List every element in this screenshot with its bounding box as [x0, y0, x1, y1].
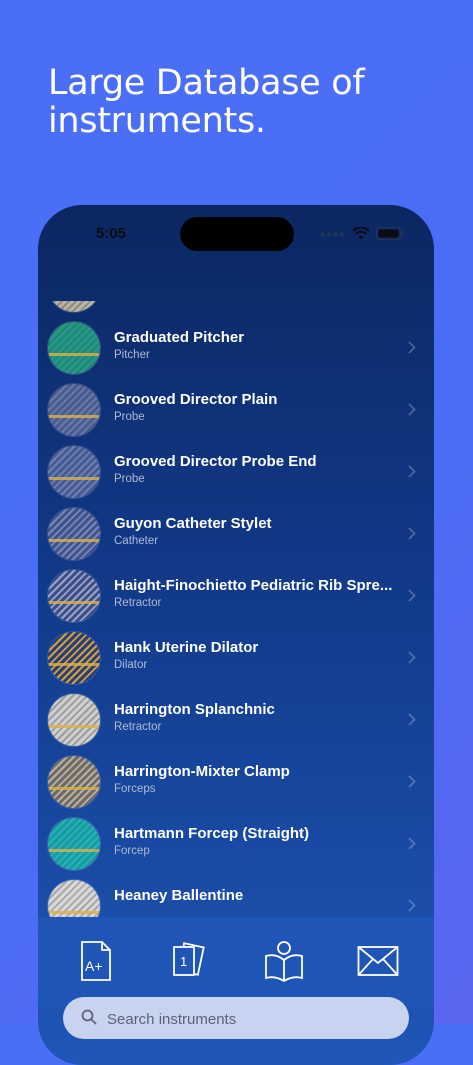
list-item[interactable]: Guyon Catheter Stylet Catheter [38, 503, 434, 565]
instrument-name: Haight-Finochietto Pediatric Rib Spre... [114, 577, 393, 594]
instrument-text: Hank Uterine Dilator Dilator [114, 639, 404, 671]
chevron-right-icon [408, 589, 416, 602]
list-item[interactable]: Heaney Ballentine [38, 875, 434, 917]
status-time: 5:05 [96, 225, 127, 242]
battery-icon [375, 227, 404, 240]
instrument-name: Harrington-Mixter Clamp [114, 763, 290, 780]
flashcards-icon[interactable]: 1 [166, 939, 210, 983]
search-bar[interactable] [63, 997, 409, 1039]
chevron-right-icon [408, 341, 416, 354]
instrument-name: Hank Uterine Dilator [114, 639, 259, 656]
instrument-text: Guyon Catheter Stylet Catheter [114, 515, 404, 547]
instrument-category: Pitcher [114, 349, 150, 361]
chevron-right-icon [408, 651, 416, 664]
instrument-thumbnail [48, 446, 100, 498]
dynamic-island [180, 217, 294, 251]
instrument-thumbnail [48, 818, 100, 870]
svg-text:A+: A+ [85, 958, 103, 974]
instrument-category: Forcep [114, 845, 150, 857]
phone-mockup: 5:05 ●●●● Medicine Cup Graduated Pitcher P… [38, 205, 434, 1065]
list-item[interactable]: Haight-Finochietto Pediatric Rib Spre...… [38, 565, 434, 627]
instrument-text: Heaney Ballentine [114, 887, 404, 907]
grade-icon[interactable]: A+ [74, 939, 118, 983]
search-icon [81, 1009, 97, 1025]
list-item[interactable]: Grooved Director Probe End Probe [38, 441, 434, 503]
instrument-thumbnail [48, 322, 100, 374]
list-item[interactable]: Harrington Splanchnic Retractor [38, 689, 434, 751]
instrument-text: Grooved Director Plain Probe [114, 391, 404, 423]
instrument-category: Retractor [114, 721, 162, 733]
chevron-right-icon [408, 713, 416, 726]
instrument-thumbnail [48, 880, 100, 917]
instrument-name: Grooved Director Probe End [114, 453, 317, 470]
instrument-category: Forceps [114, 783, 156, 795]
instrument-thumbnail [48, 632, 100, 684]
instrument-category: Probe [114, 411, 145, 423]
instrument-name: Hartmann Forcep (Straight) [114, 825, 310, 842]
instrument-text: Harrington Splanchnic Retractor [114, 701, 404, 733]
instrument-thumbnail [48, 384, 100, 436]
instrument-name: Guyon Catheter Stylet [114, 515, 272, 532]
instrument-name: Harrington Splanchnic [114, 701, 275, 718]
instrument-text: Grooved Director Probe End Probe [114, 453, 404, 485]
instrument-category: Dilator [114, 659, 148, 671]
instrument-category: Probe [114, 473, 145, 485]
instrument-list[interactable]: Medicine Cup Graduated Pitcher Pitcher Groo… [38, 301, 434, 917]
study-icon[interactable] [262, 939, 306, 983]
bottom-toolbar: A+ 1 [38, 917, 434, 1007]
instrument-name: Grooved Director Plain [114, 391, 278, 408]
status-icons: ●●●● [320, 227, 404, 240]
instrument-text: Hartmann Forcep (Straight) Forcep [114, 825, 404, 857]
headline: Large Database of instruments. [48, 63, 365, 141]
mail-icon[interactable] [356, 939, 400, 983]
chevron-right-icon [408, 775, 416, 788]
instrument-thumbnail [48, 570, 100, 622]
instrument-name: Heaney Ballentine [114, 887, 244, 904]
chevron-right-icon [408, 403, 416, 416]
wifi-icon [352, 227, 370, 240]
chevron-right-icon [408, 465, 416, 478]
list-item[interactable]: Hartmann Forcep (Straight) Forcep [38, 813, 434, 875]
list-item[interactable]: Hank Uterine Dilator Dilator [38, 627, 434, 689]
instrument-text: Haight-Finochietto Pediatric Rib Spre...… [114, 577, 404, 609]
search-input[interactable] [105, 1005, 399, 1033]
instrument-thumbnail [48, 301, 100, 312]
chevron-right-icon [408, 837, 416, 850]
instrument-text: Harrington-Mixter Clamp Forceps [114, 763, 404, 795]
status-bar: 5:05 ●●●● [38, 205, 434, 265]
instrument-thumbnail [48, 694, 100, 746]
instrument-name: Graduated Pitcher [114, 329, 245, 346]
list-item[interactable]: Grooved Director Plain Probe [38, 379, 434, 441]
instrument-category: Retractor [114, 597, 162, 609]
instrument-category: Catheter [114, 535, 159, 547]
instrument-thumbnail [48, 756, 100, 808]
list-item[interactable]: Medicine Cup [38, 301, 434, 317]
chevron-right-icon [408, 527, 416, 540]
list-item[interactable]: Harrington-Mixter Clamp Forceps [38, 751, 434, 813]
list-item[interactable]: Graduated Pitcher Pitcher [38, 317, 434, 379]
signal-icon: ●●●● [320, 228, 346, 239]
instrument-thumbnail [48, 508, 100, 560]
instrument-text: Graduated Pitcher Pitcher [114, 329, 404, 361]
chevron-right-icon [408, 899, 416, 912]
svg-text:1: 1 [180, 954, 187, 969]
